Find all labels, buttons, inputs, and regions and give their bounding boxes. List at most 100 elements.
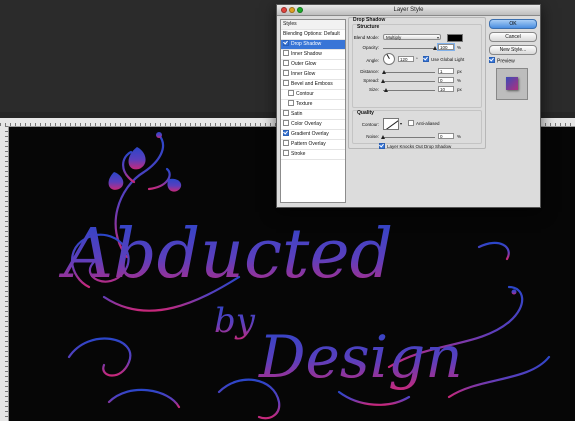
artwork-title-line2: by (214, 301, 256, 341)
spread-unit: % (457, 78, 462, 83)
style-item-label: Inner Shadow (291, 51, 322, 57)
style-item-inner-shadow[interactable]: Inner Shadow (281, 50, 345, 60)
drop-shadow-title: Drop Shadow (353, 17, 386, 23)
contour-label: Contour: (361, 122, 379, 127)
style-item-checkbox[interactable] (283, 40, 289, 46)
distance-slider-knob[interactable] (382, 70, 386, 74)
distance-unit: px (457, 69, 462, 74)
distance-field[interactable]: 1 (438, 68, 454, 74)
angle-label: Angle: (366, 58, 379, 63)
angle-unit: ° (416, 57, 418, 62)
styles-header[interactable]: Styles (281, 20, 345, 30)
opacity-slider[interactable] (383, 46, 437, 50)
close-window-icon[interactable] (281, 7, 287, 13)
style-item-drop-shadow[interactable]: Drop Shadow (281, 40, 345, 50)
styles-list: Styles Blending Options: Default Drop Sha… (280, 19, 346, 203)
anti-aliased-label: Anti-aliased (416, 121, 440, 127)
style-item-stroke[interactable]: Stroke (281, 150, 345, 160)
style-item-label: Drop Shadow (291, 41, 322, 47)
style-item-blending-options-default[interactable]: Blending Options: Default (281, 30, 345, 40)
style-item-checkbox[interactable] (283, 150, 289, 156)
style-item-checkbox[interactable] (283, 50, 289, 56)
noise-field[interactable]: 0 (438, 133, 454, 139)
style-item-label: Outer Glow (291, 61, 317, 67)
style-item-contour[interactable]: Contour (281, 90, 345, 100)
noise-slider-knob[interactable] (381, 135, 385, 139)
style-item-satin[interactable]: Satin (281, 110, 345, 120)
zoom-window-icon[interactable] (297, 7, 303, 13)
spread-field[interactable]: 0 (438, 77, 454, 83)
blend-mode-select[interactable]: Multiply ▾ (383, 34, 441, 40)
knockout-label: Layer Knocks Out Drop Shadow (387, 144, 452, 150)
style-item-checkbox[interactable] (283, 110, 289, 116)
distance-slider[interactable] (382, 70, 435, 74)
style-item-label: Gradient Overlay (291, 131, 329, 137)
opacity-unit: % (457, 45, 462, 50)
spread-slider[interactable] (381, 79, 435, 83)
style-item-inner-glow[interactable]: Inner Glow (281, 70, 345, 80)
style-preview-swatch (506, 77, 518, 90)
contour-picker[interactable] (383, 118, 399, 130)
angle-dial[interactable] (383, 53, 395, 65)
new-style-button[interactable]: New Style... (489, 45, 537, 55)
noise-slider[interactable] (381, 135, 435, 139)
dialog-title: Layer Style (393, 7, 424, 13)
vertical-ruler[interactable] (0, 126, 9, 421)
angle-field[interactable]: 120 (398, 56, 414, 62)
layer-style-dialog: Layer Style Styles Blending Options: Def… (276, 4, 541, 208)
preview-checkbox[interactable] (489, 57, 495, 63)
style-item-color-overlay[interactable]: Color Overlay (281, 120, 345, 130)
dialog-titlebar[interactable]: Layer Style (277, 5, 540, 16)
anti-aliased-checkbox[interactable] (408, 120, 414, 126)
size-field[interactable]: 10 (438, 86, 454, 92)
use-global-light-toggle[interactable]: Use Global Light (423, 56, 465, 63)
style-item-checkbox[interactable] (283, 80, 289, 86)
preview-toggle[interactable]: Preview (489, 57, 515, 65)
blend-mode-label: Blend Mode: (353, 35, 379, 40)
style-item-label: Bevel and Emboss (291, 81, 333, 87)
shadow-color-swatch[interactable] (447, 34, 463, 42)
opacity-label: Opacity: (362, 45, 379, 50)
use-global-light-checkbox[interactable] (423, 56, 429, 62)
style-item-pattern-overlay[interactable]: Pattern Overlay (281, 140, 345, 150)
drop-shadow-panel: Drop Shadow Structure Blend Mode: Multip… (348, 17, 486, 149)
structure-group: Structure Blend Mode: Multiply ▾ Opacity… (352, 24, 482, 108)
size-slider[interactable] (383, 88, 435, 92)
style-item-checkbox[interactable] (288, 90, 294, 96)
style-item-outer-glow[interactable]: Outer Glow (281, 60, 345, 70)
style-item-label: Color Overlay (291, 121, 322, 127)
opacity-slider-knob[interactable] (433, 46, 437, 50)
style-item-checkbox[interactable] (283, 120, 289, 126)
use-global-light-label: Use Global Light (431, 57, 465, 63)
cancel-button[interactable]: Cancel (489, 32, 537, 42)
opacity-field[interactable]: 100 (438, 44, 454, 50)
minimize-window-icon[interactable] (289, 7, 295, 13)
style-item-label: Satin (291, 111, 303, 117)
structure-title: Structure (357, 24, 380, 30)
artwork-title-line3: Design (258, 323, 463, 391)
size-unit: px (457, 87, 462, 92)
style-item-texture[interactable]: Texture (281, 100, 345, 110)
preview-label: Preview (497, 58, 515, 65)
size-slider-knob[interactable] (384, 88, 388, 92)
style-item-gradient-overlay[interactable]: Gradient Overlay (281, 130, 345, 140)
style-item-label: Contour (296, 91, 314, 97)
ok-button[interactable]: OK (489, 19, 537, 29)
anti-aliased-toggle[interactable]: Anti-aliased (408, 120, 440, 127)
style-item-checkbox[interactable] (283, 130, 289, 136)
style-item-bevel-and-emboss[interactable]: Bevel and Emboss (281, 80, 345, 90)
style-item-checkbox[interactable] (288, 100, 294, 106)
quality-group: Quality Contour: ▾ Anti-aliased Noise: 0… (352, 110, 482, 144)
knockout-checkbox[interactable] (379, 143, 385, 149)
style-item-checkbox[interactable] (283, 70, 289, 76)
style-item-label: Inner Glow (291, 71, 316, 77)
style-item-checkbox[interactable] (283, 60, 289, 66)
chevron-down-icon: ▾ (436, 35, 439, 40)
style-item-checkbox[interactable] (283, 140, 289, 146)
chevron-down-icon[interactable]: ▾ (400, 121, 402, 126)
spread-slider-knob[interactable] (381, 79, 385, 83)
style-item-label: Blending Options: Default (283, 31, 340, 37)
style-preview-thumbnail (496, 68, 528, 100)
knockout-toggle[interactable]: Layer Knocks Out Drop Shadow (379, 143, 452, 150)
quality-title: Quality (357, 110, 374, 116)
